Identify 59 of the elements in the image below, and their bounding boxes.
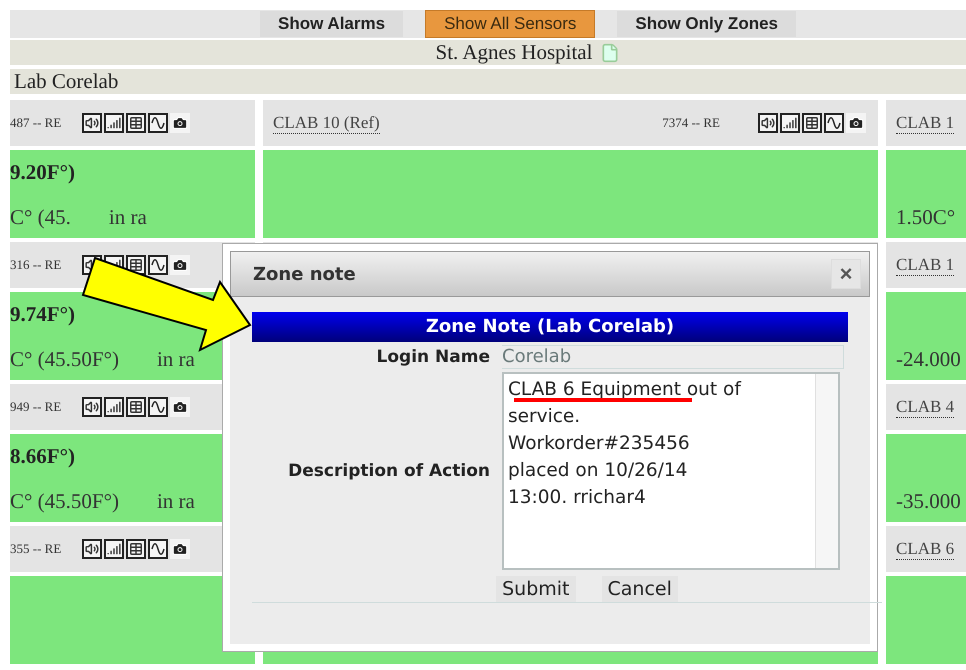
sensor-id: 355 -- RE: [10, 541, 62, 557]
signal-icon[interactable]: [104, 397, 124, 417]
sensor-link[interactable]: CLAB 4: [896, 396, 954, 418]
reading-celsius: C° (45.50F°): [10, 489, 119, 514]
wave-icon[interactable]: [148, 397, 168, 417]
signal-icon[interactable]: [780, 113, 800, 133]
reading-fahrenheit: 8.66F°): [10, 444, 76, 469]
dialog-button[interactable]: Submit: [496, 576, 576, 602]
reading-fahrenheit: 9.74F°): [10, 302, 76, 327]
filter-button[interactable]: Show Only Zones: [617, 11, 796, 37]
table-icon[interactable]: [126, 397, 146, 417]
camera-icon[interactable]: [170, 539, 190, 559]
sensor-id: 7374 -- RE: [662, 115, 720, 131]
sensor-id: 487 -- RE: [10, 115, 62, 131]
login-name-field[interactable]: Corelab: [502, 345, 844, 369]
reading-value: -35.000: [896, 489, 962, 514]
wave-icon[interactable]: [148, 113, 168, 133]
camera-icon[interactable]: [170, 255, 190, 275]
camera-icon[interactable]: [170, 113, 190, 133]
speaker-icon[interactable]: [82, 397, 102, 417]
field-label: Description of Action: [287, 461, 490, 481]
range-status: in ra: [108, 205, 147, 230]
reading-fahrenheit: 9.20F°): [10, 160, 76, 185]
table-icon[interactable]: [802, 113, 822, 133]
dialog-title: Zone note: [253, 264, 356, 284]
close-button[interactable]: ×: [831, 259, 861, 289]
description-field[interactable]: CLAB 6 Equipment out of service. Workorder#235456 placed on 10/26/14 13:00. rrichar4: [502, 372, 840, 570]
facility-name: St. Agnes Hospital: [436, 40, 592, 65]
zone-name: Lab Corelab: [14, 69, 118, 94]
camera-icon[interactable]: [170, 397, 190, 417]
camera-icon[interactable]: [846, 113, 866, 133]
field-label: Login Name: [376, 347, 490, 367]
range-status: in ra: [156, 489, 195, 514]
note-header: Zone Note (Lab Corelab): [252, 312, 848, 342]
signal-icon[interactable]: [104, 539, 124, 559]
sensor-id: 949 -- RE: [10, 399, 62, 415]
wave-icon[interactable]: [148, 255, 168, 275]
wave-icon[interactable]: [824, 113, 844, 133]
reading-value: 1.50C°: [896, 205, 956, 230]
sensor-link[interactable]: CLAB 1: [896, 112, 954, 134]
wave-icon[interactable]: [148, 539, 168, 559]
reading-value: -24.000: [896, 347, 962, 372]
scrollbar[interactable]: [815, 374, 838, 568]
sensor-link[interactable]: CLAB 10 (Ref): [273, 112, 380, 134]
dialog-button[interactable]: Cancel: [602, 576, 678, 602]
sensor-id: 316 -- RE: [10, 257, 62, 273]
table-icon[interactable]: [126, 539, 146, 559]
filter-button[interactable]: Show All Sensors: [425, 10, 596, 38]
speaker-icon[interactable]: [758, 113, 778, 133]
filter-button[interactable]: Show Alarms: [260, 11, 404, 37]
sensor-link[interactable]: CLAB 6: [896, 538, 954, 560]
range-status: in ra: [156, 347, 195, 372]
speaker-icon[interactable]: [82, 113, 102, 133]
reading-celsius: C° (45.: [10, 205, 71, 230]
reading-celsius: C° (45.50F°): [10, 347, 119, 372]
table-icon[interactable]: [126, 113, 146, 133]
sensor-link[interactable]: CLAB 1: [896, 254, 954, 276]
signal-icon[interactable]: [104, 113, 124, 133]
speaker-icon[interactable]: [82, 539, 102, 559]
